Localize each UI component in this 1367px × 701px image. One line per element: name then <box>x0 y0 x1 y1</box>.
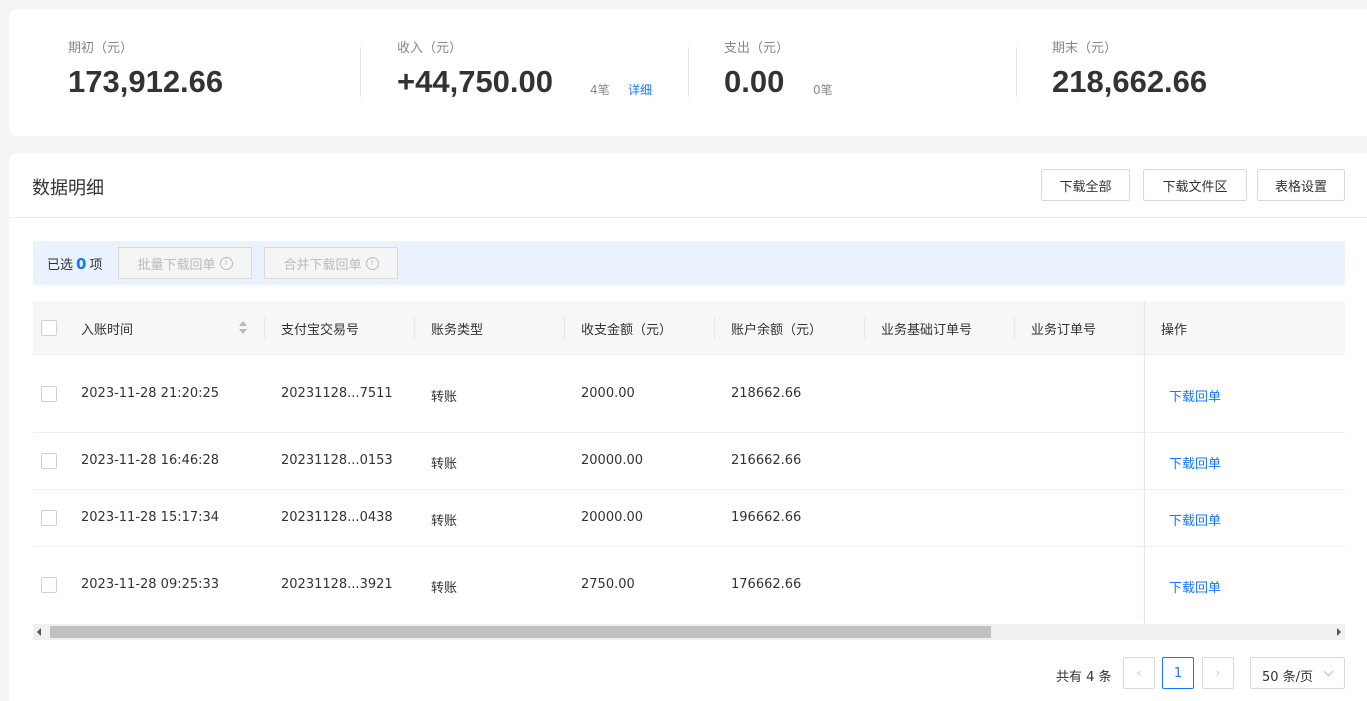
income-count: 4笔 <box>590 83 610 97</box>
cell-time: 2023-11-28 09:25:33 <box>81 577 220 592</box>
column-header-order-no: 业务订单号 <box>1031 323 1097 338</box>
info-icon: i <box>365 256 379 270</box>
cell-trade-no: 20231128...0438 <box>281 510 393 525</box>
cell-time: 2023-11-28 15:17:34 <box>81 510 220 525</box>
cell-balance: 218662.66 <box>731 386 802 401</box>
cell-balance: 196662.66 <box>731 510 802 525</box>
chevron-right-icon: › <box>1215 665 1221 681</box>
column-header-time[interactable]: 入账时间 <box>81 319 133 338</box>
expense-count: 0笔 <box>813 83 833 97</box>
scroll-right-icon[interactable] <box>1337 628 1341 636</box>
cell-amount: 20000.00 <box>581 510 644 525</box>
cell-amount: 2000.00 <box>581 386 635 401</box>
expense-value: 0.00 <box>724 64 785 99</box>
expense-label: 支出（元） <box>724 41 790 56</box>
download-all-button[interactable]: 下载全部 <box>1041 169 1130 201</box>
selection-suffix: 项 <box>89 258 103 273</box>
cell-type: 转账 <box>431 390 458 405</box>
row-checkbox[interactable] <box>41 510 57 526</box>
column-separator <box>564 317 565 339</box>
batch-download-label: 批量下载回单 <box>137 257 216 273</box>
row-checkbox[interactable] <box>41 577 57 593</box>
table-row: 2023-11-28 15:17:34 20231128...0438 转账 2… <box>33 490 1345 547</box>
select-all-checkbox[interactable] <box>41 320 57 336</box>
scrollbar-thumb[interactable] <box>50 626 991 638</box>
column-separator <box>264 317 265 339</box>
table-row: 2023-11-28 21:20:25 20231128...7511 转账 2… <box>33 356 1345 433</box>
table-settings-button[interactable]: 表格设置 <box>1257 169 1345 201</box>
cell-amount: 20000.00 <box>581 453 644 468</box>
merge-download-label: 合并下载回单 <box>283 257 362 273</box>
download-receipt-link[interactable]: 下载回单 <box>1169 453 1221 472</box>
scroll-left-icon[interactable] <box>37 628 41 636</box>
cell-type: 转账 <box>431 457 458 472</box>
cell-trade-no: 20231128...0153 <box>281 453 393 468</box>
cell-type: 转账 <box>431 514 458 529</box>
closing-value: 218,662.66 <box>1052 64 1208 99</box>
prev-page-button[interactable]: ‹ <box>1123 657 1155 689</box>
cell-balance: 176662.66 <box>731 577 802 592</box>
summary-card: 期初（元） 173,912.66 收入（元） +44,750.00 4笔 详细 … <box>9 9 1367 136</box>
merge-download-receipt-button[interactable]: 合并下载回单 i <box>264 247 398 279</box>
cell-amount: 2750.00 <box>581 577 635 592</box>
income-label: 收入（元） <box>397 41 463 56</box>
download-receipt-link[interactable]: 下载回单 <box>1169 577 1221 596</box>
info-icon: i <box>219 256 233 270</box>
column-header-base-order-no: 业务基础订单号 <box>881 323 973 338</box>
data-detail-panel: 数据明细 下载全部 下载文件区 表格设置 已选 0 项 批量下载回单 i 合并下载回单… <box>9 153 1367 701</box>
divider <box>9 217 1367 218</box>
divider <box>688 47 689 97</box>
divider <box>360 47 361 97</box>
page-size-value: 50 条/页 <box>1262 670 1314 685</box>
divider <box>1016 47 1017 97</box>
table-header: 入账时间 支付宝交易号 账务类型 收支金额（元） 账户余额（元） 业务基础订单号… <box>33 301 1345 355</box>
table-row: 2023-11-28 16:46:28 20231128...0153 转账 2… <box>33 433 1345 490</box>
income-detail-link[interactable]: 详细 <box>628 81 652 98</box>
chevron-left-icon: ‹ <box>1136 665 1142 681</box>
cell-balance: 216662.66 <box>731 453 802 468</box>
closing-label: 期末（元） <box>1052 41 1118 56</box>
column-header-type: 账务类型 <box>431 323 484 338</box>
column-separator <box>414 317 415 339</box>
column-header-balance: 账户余额（元） <box>731 323 823 338</box>
page-size-select[interactable]: 50 条/页 <box>1250 657 1345 689</box>
fixed-column-divider <box>1144 301 1145 624</box>
cell-trade-no: 20231128...3921 <box>281 577 393 592</box>
page-number-button[interactable]: 1 <box>1162 657 1194 689</box>
income-value: +44,750.00 <box>397 64 554 99</box>
batch-download-receipt-button[interactable]: 批量下载回单 i <box>118 247 252 279</box>
panel-title: 数据明细 <box>32 178 104 199</box>
selection-prefix: 已选 <box>47 258 74 273</box>
column-separator <box>864 317 865 339</box>
opening-label: 期初（元） <box>68 41 134 56</box>
column-header-amount: 收支金额（元） <box>581 323 673 338</box>
pagination-total: 共有 4 条 <box>1056 670 1112 685</box>
cell-time: 2023-11-28 21:20:25 <box>81 386 220 401</box>
chevron-down-icon <box>1323 666 1334 677</box>
download-file-area-button[interactable]: 下载文件区 <box>1143 169 1247 201</box>
table-row: 2023-11-28 09:25:33 20231128...3921 转账 2… <box>33 547 1345 624</box>
download-receipt-link[interactable]: 下载回单 <box>1169 510 1221 529</box>
cell-trade-no: 20231128...7511 <box>281 386 393 401</box>
cell-type: 转账 <box>431 581 458 596</box>
row-checkbox[interactable] <box>41 386 57 402</box>
column-separator <box>1014 317 1015 339</box>
row-checkbox[interactable] <box>41 453 57 469</box>
horizontal-scrollbar[interactable] <box>33 624 1345 640</box>
next-page-button[interactable]: › <box>1202 657 1234 689</box>
opening-value: 173,912.66 <box>68 64 224 99</box>
sort-icon[interactable] <box>239 321 247 335</box>
column-separator <box>714 317 715 339</box>
download-receipt-link[interactable]: 下载回单 <box>1169 386 1221 405</box>
selection-count: 0 <box>76 255 87 273</box>
column-header-actions: 操作 <box>1161 323 1188 338</box>
cell-time: 2023-11-28 16:46:28 <box>81 453 220 468</box>
selection-bar: 已选 0 项 批量下载回单 i 合并下载回单 i <box>33 241 1345 285</box>
selection-count-text: 已选 0 项 <box>47 254 102 273</box>
column-header-trade-no: 支付宝交易号 <box>281 323 360 338</box>
